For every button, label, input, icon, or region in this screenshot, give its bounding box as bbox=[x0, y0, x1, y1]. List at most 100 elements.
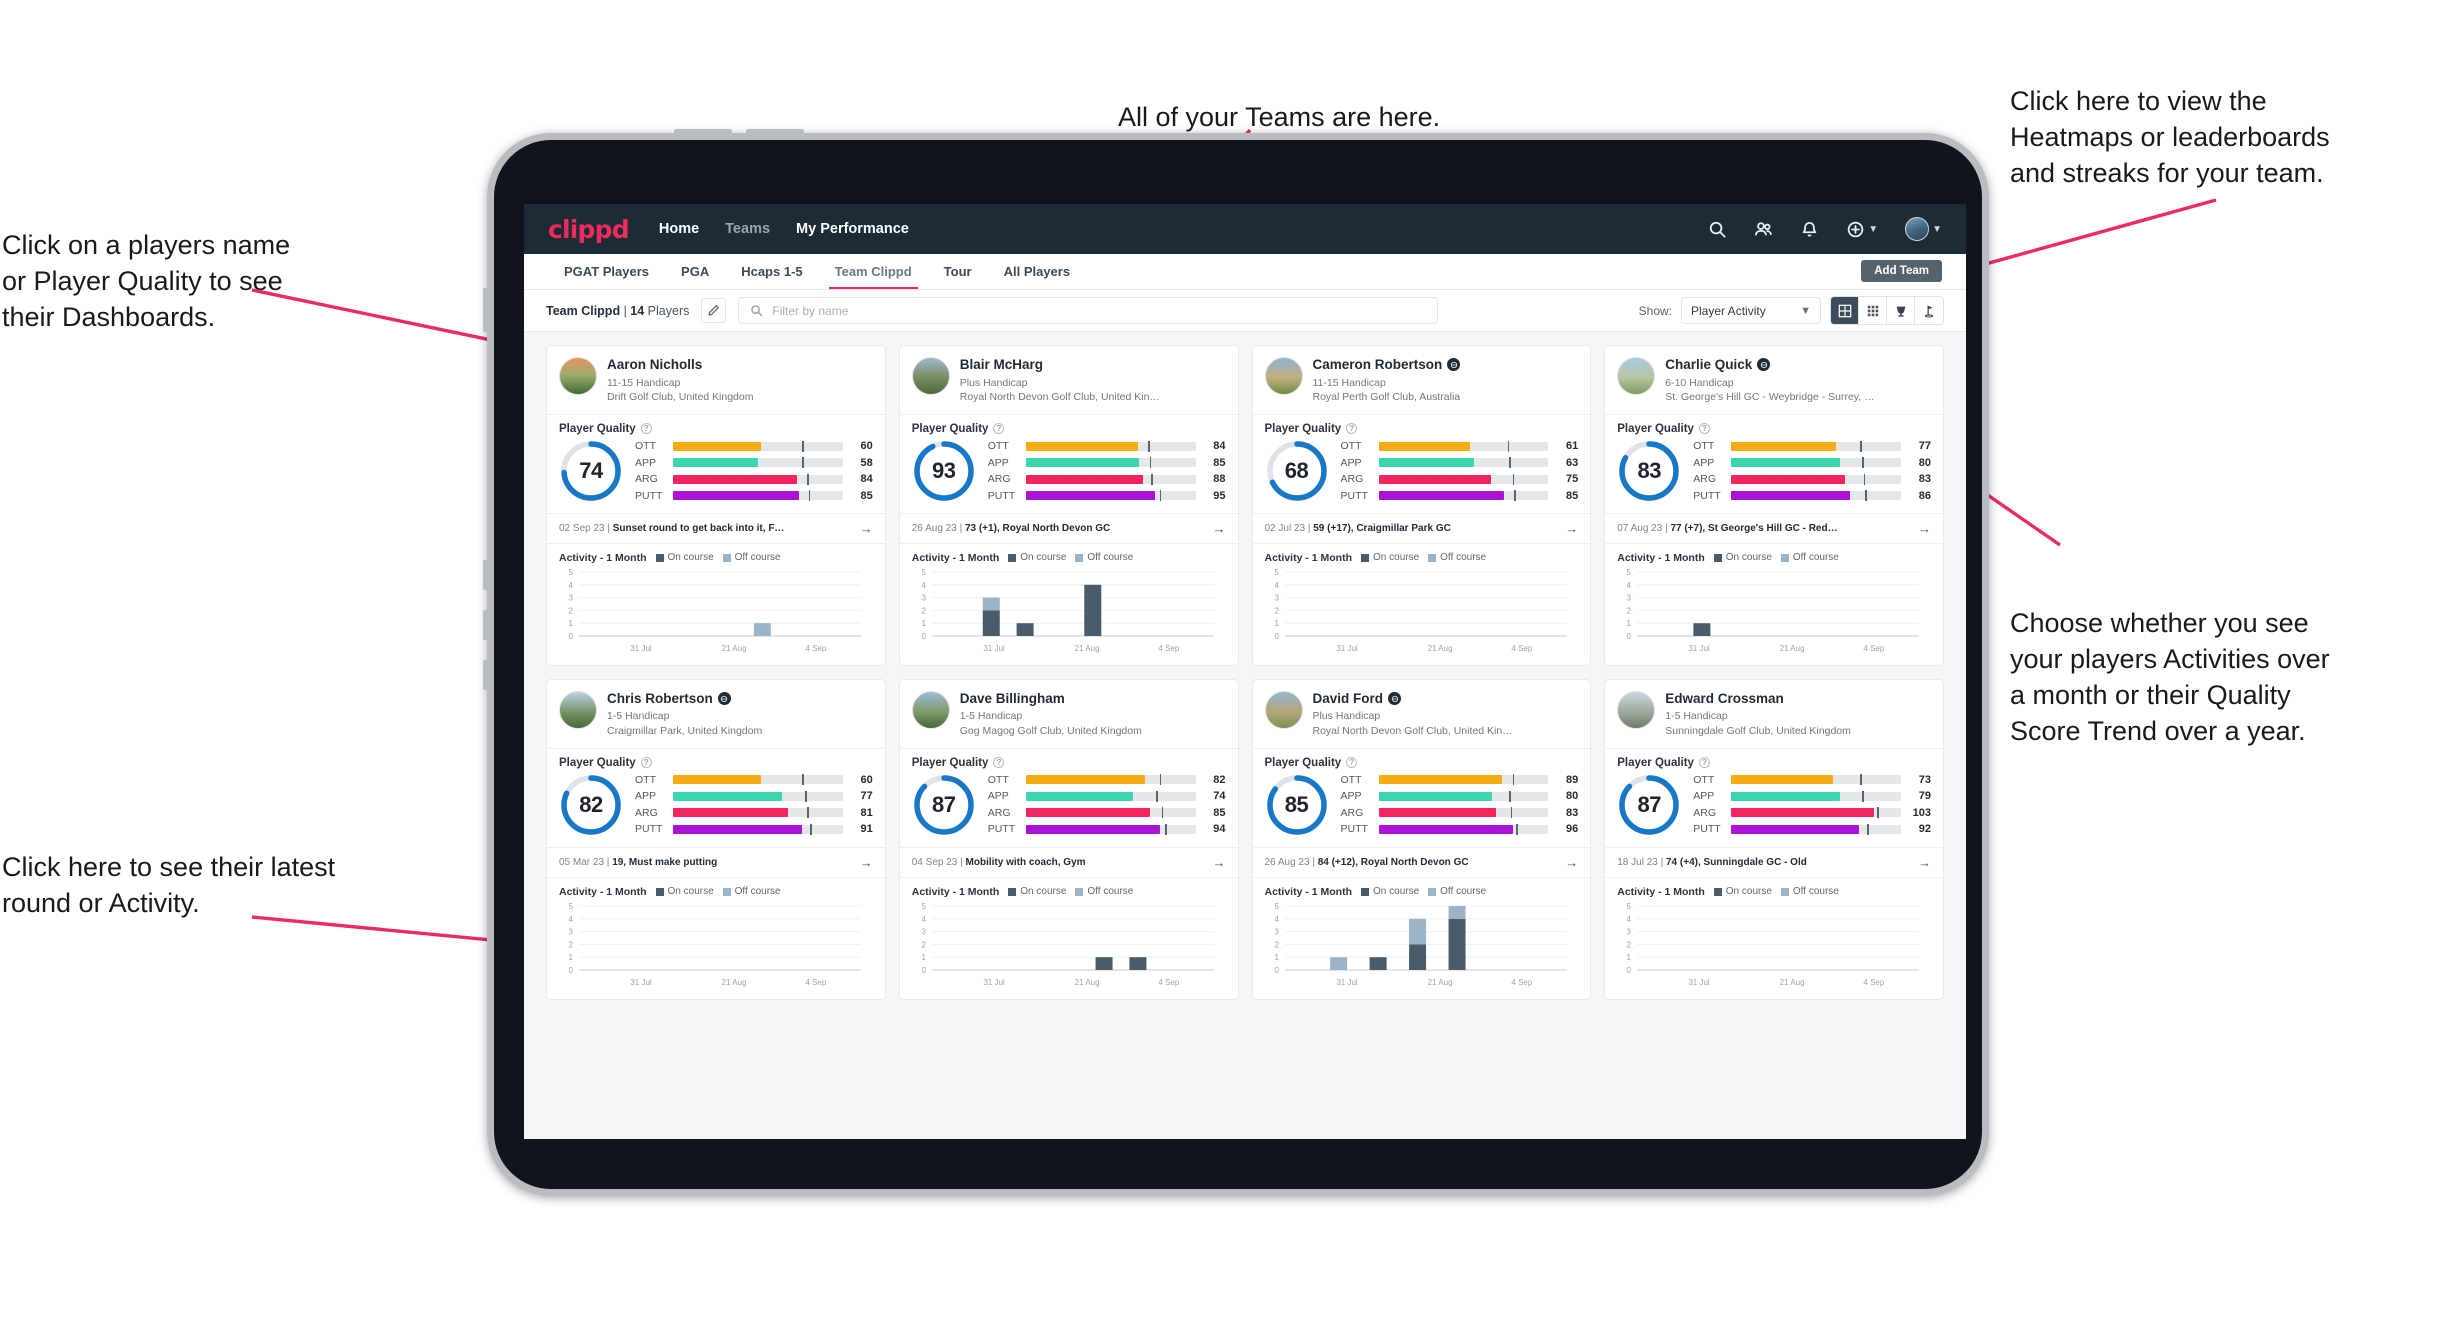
player-card[interactable]: Edward Crossman 1-5 Handicap Sunningdale G… bbox=[1604, 678, 1944, 1000]
arrow-right-icon[interactable]: → bbox=[1565, 855, 1578, 870]
show-select[interactable]: Player Activity ▼ bbox=[1681, 297, 1821, 324]
view-dense-grid-button[interactable] bbox=[1859, 297, 1887, 324]
add-team-button[interactable]: Add Team bbox=[1861, 260, 1942, 282]
tab-pga[interactable]: PGA bbox=[665, 254, 725, 289]
help-icon[interactable]: ? bbox=[640, 757, 652, 769]
metric-label: ARG bbox=[1340, 473, 1364, 486]
player-name[interactable]: Cameron Robertson bbox=[1313, 357, 1461, 373]
tab-hcaps-1-5[interactable]: Hcaps 1-5 bbox=[725, 254, 818, 289]
player-card[interactable]: Aaron Nicholls 11-15 Handicap Drift Golf C… bbox=[546, 345, 886, 666]
player-name[interactable]: Edward Crossman bbox=[1665, 691, 1851, 707]
quality-gauge[interactable]: 68 bbox=[1265, 439, 1329, 503]
help-icon[interactable]: ? bbox=[1698, 757, 1710, 769]
help-icon[interactable]: ? bbox=[993, 423, 1005, 435]
arrow-right-icon[interactable]: → bbox=[1213, 521, 1226, 536]
help-icon[interactable]: ? bbox=[1698, 423, 1710, 435]
player-name[interactable]: Blair McHarg bbox=[960, 357, 1160, 373]
view-trophy-button[interactable] bbox=[1887, 297, 1915, 324]
help-icon[interactable]: ? bbox=[640, 423, 652, 435]
arrow-right-icon[interactable]: → bbox=[860, 521, 873, 536]
bell-icon[interactable] bbox=[1800, 220, 1819, 239]
latest-round-row[interactable]: 04 Sep 23 | Mobility with coach, Gym → bbox=[899, 846, 1238, 878]
activity-header: Activity - 1 Month On course Off course bbox=[547, 878, 885, 902]
player-name[interactable]: David Ford bbox=[1313, 691, 1513, 707]
player-card[interactable]: Dave Billingham 1-5 Handicap Gog Magog Gol… bbox=[898, 678, 1239, 1000]
svg-text:5: 5 bbox=[921, 568, 926, 577]
quality-gauge[interactable]: 82 bbox=[559, 773, 623, 837]
legend-swatch bbox=[722, 553, 731, 562]
people-icon[interactable] bbox=[1754, 220, 1773, 239]
view-grid-button[interactable] bbox=[1831, 297, 1859, 324]
search-input[interactable] bbox=[772, 303, 1427, 318]
player-name[interactable]: Aaron Nicholls bbox=[607, 357, 753, 373]
svg-text:0: 0 bbox=[1274, 632, 1279, 641]
quality-gauge[interactable]: 74 bbox=[559, 439, 623, 503]
player-handicap: Plus Handicap bbox=[1312, 710, 1381, 723]
player-avatar[interactable] bbox=[911, 357, 950, 395]
player-card[interactable]: Blair McHarg Plus Handicap Royal North Dev… bbox=[898, 345, 1239, 666]
player-avatar[interactable] bbox=[1617, 690, 1656, 729]
latest-round-row[interactable]: 07 Aug 23 | 77 (+7), St George's Hill GC… bbox=[1605, 512, 1943, 544]
tab-team-clippd[interactable]: Team Clippd bbox=[819, 254, 928, 289]
latest-round-row[interactable]: 05 Mar 23 | 19, Must make putting → bbox=[547, 846, 885, 878]
arrow-right-icon[interactable]: → bbox=[1918, 855, 1931, 870]
help-icon[interactable]: ? bbox=[993, 757, 1005, 769]
help-icon[interactable]: ? bbox=[1346, 757, 1358, 769]
avatar[interactable] bbox=[1905, 217, 1930, 241]
latest-round-row[interactable]: 26 Aug 23 | 84 (+12), Royal North Devon … bbox=[1252, 846, 1591, 878]
player-avatar[interactable] bbox=[1264, 357, 1303, 395]
tab-tour[interactable]: Tour bbox=[928, 254, 988, 289]
player-name[interactable]: Chris Robertson bbox=[607, 691, 762, 707]
nav-link-my-performance[interactable]: My Performance bbox=[796, 221, 909, 237]
clippd-logo[interactable]: clippd bbox=[548, 215, 630, 244]
view-golf-flag-button[interactable] bbox=[1915, 297, 1943, 324]
player-club: Gog Magog Golf Club, United Kingdom bbox=[959, 724, 1142, 737]
arrow-right-icon[interactable]: → bbox=[860, 855, 873, 870]
help-icon[interactable]: ? bbox=[1346, 423, 1358, 435]
quality-gauge[interactable]: 93 bbox=[912, 439, 976, 503]
player-card-header: Aaron Nicholls 11-15 Handicap Drift Golf C… bbox=[547, 346, 885, 414]
player-name[interactable]: Dave Billingham bbox=[960, 691, 1142, 707]
latest-round-row[interactable]: 26 Aug 23 | 73 (+1), Royal North Devon G… bbox=[899, 512, 1238, 544]
nav-link-teams[interactable]: Teams bbox=[725, 221, 770, 237]
tab-pgat-players[interactable]: PGAT Players bbox=[548, 254, 665, 289]
player-avatar[interactable] bbox=[1264, 690, 1303, 729]
edit-team-button[interactable] bbox=[701, 298, 727, 323]
quality-gauge[interactable]: 87 bbox=[1617, 773, 1681, 837]
metric-bar-fill bbox=[1025, 491, 1155, 501]
player-card-header: Edward Crossman 1-5 Handicap Sunningdale G… bbox=[1605, 680, 1943, 748]
player-name[interactable]: Charlie Quick bbox=[1665, 357, 1874, 373]
svg-text:2: 2 bbox=[1274, 606, 1279, 615]
quality-gauge[interactable]: 83 bbox=[1617, 439, 1681, 503]
plus-circle-icon[interactable] bbox=[1846, 220, 1865, 239]
latest-round-row[interactable]: 02 Sep 23 | Sunset round to get back int… bbox=[547, 512, 885, 544]
player-avatar[interactable] bbox=[559, 690, 597, 729]
search-icon[interactable] bbox=[1708, 220, 1727, 239]
player-avatar[interactable] bbox=[559, 357, 597, 395]
latest-round-row[interactable]: 02 Jul 23 | 59 (+17), Craigmillar Park G… bbox=[1252, 512, 1591, 544]
latest-round-text: 07 Aug 23 | 77 (+7), St George's Hill GC… bbox=[1617, 522, 1838, 534]
player-avatar[interactable] bbox=[911, 690, 950, 729]
arrow-right-icon[interactable]: → bbox=[1213, 855, 1226, 870]
nav-link-home[interactable]: Home bbox=[659, 221, 699, 237]
player-avatar[interactable] bbox=[1617, 357, 1656, 395]
player-card[interactable]: David Ford Plus Handicap Royal North Devon… bbox=[1251, 678, 1592, 1000]
tab-all-players[interactable]: All Players bbox=[988, 254, 1087, 289]
add-menu[interactable]: ▼ bbox=[1846, 220, 1878, 239]
player-card[interactable]: Chris Robertson 1-5 Handicap Craigmillar P… bbox=[546, 678, 886, 1000]
player-card[interactable]: Cameron Robertson 11-15 Handicap Royal Per… bbox=[1251, 345, 1592, 666]
metric-benchmark-tick bbox=[805, 790, 807, 802]
arrow-right-icon[interactable]: → bbox=[1565, 521, 1578, 536]
profile-menu[interactable]: ▼ bbox=[1905, 217, 1942, 241]
player-name-text: Chris Robertson bbox=[607, 690, 713, 706]
svg-text:4 Sep: 4 Sep bbox=[1511, 978, 1532, 987]
quality-gauge[interactable]: 87 bbox=[912, 773, 976, 837]
latest-round-row[interactable]: 18 Jul 23 | 74 (+4), Sunningdale GC - Ol… bbox=[1605, 846, 1943, 878]
arrow-right-icon[interactable]: → bbox=[1918, 521, 1931, 536]
quality-gauge[interactable]: 85 bbox=[1265, 773, 1329, 837]
player-info: Dave Billingham 1-5 Handicap Gog Magog Gol… bbox=[960, 691, 1142, 738]
metric-row: ARG 83 bbox=[1341, 807, 1579, 819]
filter-search-box[interactable] bbox=[738, 297, 1439, 324]
player-card[interactable]: Charlie Quick 6-10 Handicap St. George's H… bbox=[1604, 345, 1944, 666]
activity-chart: 5 4 3 2 1 0 31 Jul 21 Aug 4 Sep bbox=[547, 902, 885, 999]
